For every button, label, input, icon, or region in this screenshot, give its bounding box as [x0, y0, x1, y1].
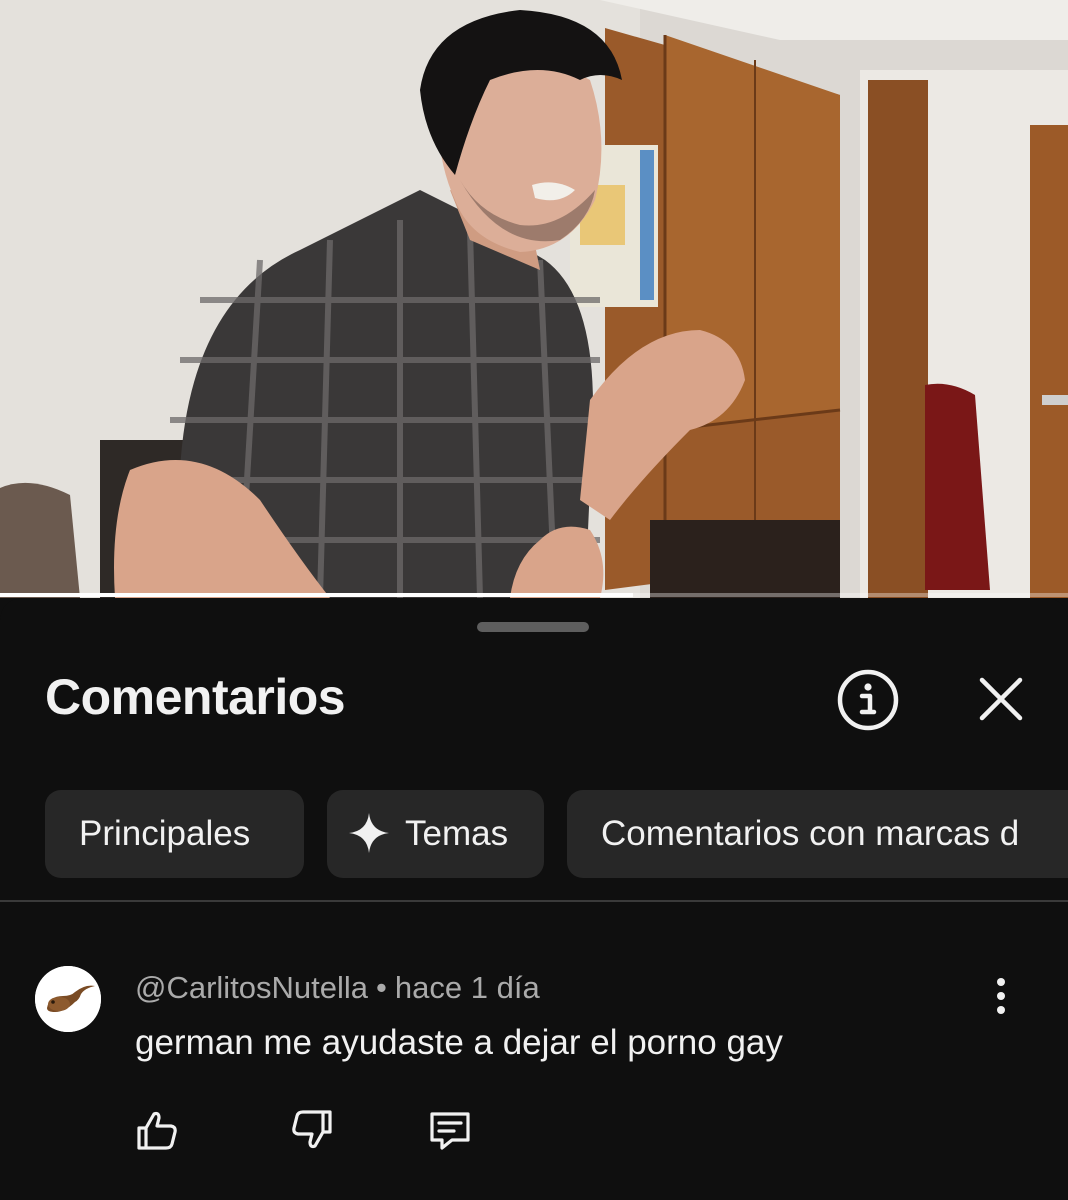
comment-author[interactable]: @CarlitosNutella — [135, 970, 368, 1005]
chip-label: Comentarios con marcas d — [601, 814, 1020, 853]
video-player[interactable] — [0, 0, 1068, 598]
comment-text: german me ayudaste a dejar el porno gay — [135, 1023, 783, 1062]
sparkle-icon — [349, 812, 389, 853]
thumbs-up-icon — [137, 1111, 177, 1150]
comments-sheet: Comentarios Principales Temas Comentario… — [0, 598, 1068, 1200]
more-vert-icon — [997, 978, 1005, 1014]
video-frame — [0, 0, 1068, 598]
chip-principales[interactable]: Principales — [45, 790, 304, 878]
reply-comment-icon — [430, 1112, 470, 1150]
close-icon — [979, 677, 1023, 721]
chip-temas[interactable]: Temas — [327, 790, 544, 878]
close-button[interactable] — [972, 670, 1030, 728]
chip-label: Temas — [405, 814, 509, 853]
video-progress-bar[interactable] — [0, 593, 1068, 597]
tadpole-avatar-icon — [35, 966, 101, 1032]
comments-title: Comentarios — [45, 669, 346, 725]
chip-label: Principales — [79, 814, 251, 853]
info-circle-icon — [837, 669, 899, 731]
like-button[interactable] — [133, 1106, 181, 1154]
chip-comentarios-con-marcas[interactable]: Comentarios con marcas d — [567, 790, 1068, 878]
dislike-button[interactable] — [288, 1106, 336, 1154]
comment-more-button[interactable] — [984, 976, 1018, 1020]
header-divider — [0, 900, 1068, 902]
reply-button[interactable] — [426, 1106, 474, 1154]
comment-meta: @CarlitosNutella • hace 1 día — [135, 970, 540, 1006]
info-button[interactable] — [836, 668, 900, 732]
meta-separator: • — [376, 970, 387, 1005]
comment-time: hace 1 día — [394, 970, 540, 1005]
sheet-drag-handle[interactable] — [477, 622, 589, 632]
video-progress-fill — [0, 593, 634, 597]
avatar[interactable] — [35, 966, 101, 1032]
thumbs-down-icon — [292, 1110, 332, 1149]
